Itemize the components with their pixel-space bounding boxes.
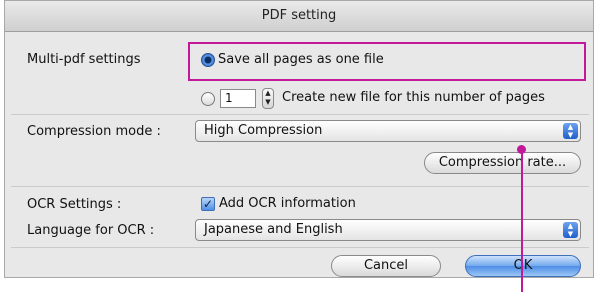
split-pages-radio[interactable] (201, 92, 215, 106)
divider (11, 186, 589, 187)
compression-mode-label: Compression mode : (27, 124, 161, 139)
pages-count-field[interactable]: 1 (220, 89, 256, 108)
ocr-language-select[interactable]: Japanese and English ▲ ▼ (195, 219, 581, 241)
ocr-language-label: Language for OCR : (27, 223, 155, 238)
divider (11, 114, 589, 115)
compression-rate-button[interactable]: Compression rate... (424, 152, 581, 174)
popup-arrows-icon: ▲ ▼ (563, 222, 578, 238)
add-ocr-checkbox[interactable]: ✓ (201, 197, 215, 211)
multi-pdf-label: Multi-pdf settings (27, 52, 141, 67)
ocr-settings-label: OCR Settings : (27, 197, 122, 212)
compression-mode-value: High Compression (204, 123, 323, 138)
highlight-box (188, 42, 586, 81)
add-ocr-label[interactable]: Add OCR information (219, 196, 356, 211)
window-title: PDF setting (5, 1, 593, 32)
popup-arrows-icon: ▲ ▼ (563, 123, 578, 139)
compression-mode-select[interactable]: High Compression ▲ ▼ (195, 120, 581, 142)
divider (11, 247, 589, 248)
ocr-language-value: Japanese and English (204, 222, 343, 237)
split-pages-label: Create new file for this number of pages (282, 90, 545, 105)
up-down-arrows-icon[interactable]: ▲ ▼ (262, 88, 274, 109)
cancel-button[interactable]: Cancel (331, 255, 441, 277)
ok-button[interactable]: OK (465, 255, 581, 277)
pointer-line (521, 150, 523, 292)
